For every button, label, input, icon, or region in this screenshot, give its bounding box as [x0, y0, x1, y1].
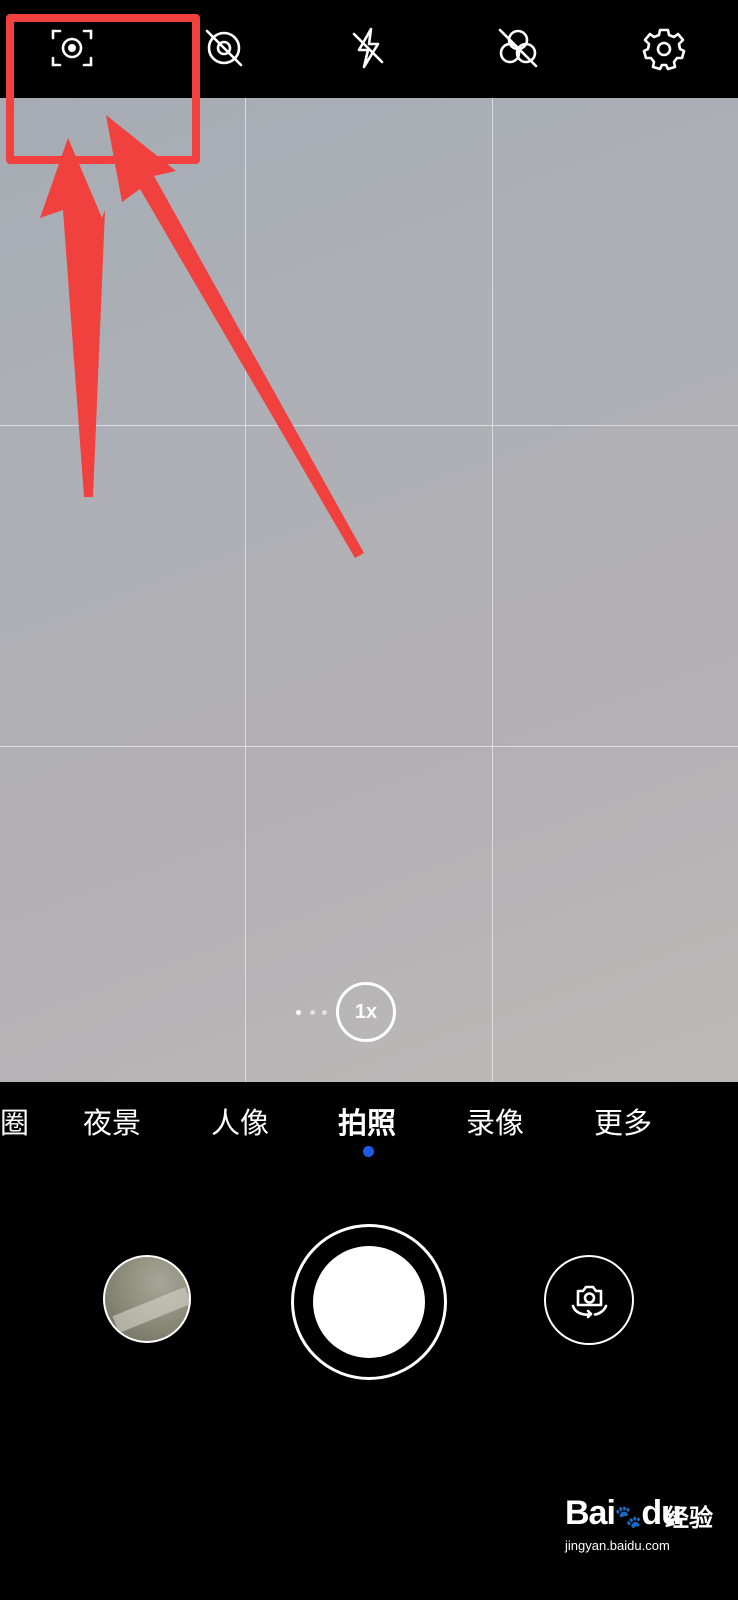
zoom-button[interactable]: 1x: [336, 982, 396, 1042]
mode-portrait[interactable]: 人像: [211, 1100, 269, 1142]
shutter-button[interactable]: [291, 1224, 447, 1380]
shutter-core: [313, 1246, 425, 1358]
mode-more[interactable]: 更多: [594, 1100, 652, 1142]
grid-line-vertical: [245, 98, 246, 1082]
watermark-jingyan: 经验: [665, 1504, 713, 1532]
mode-night[interactable]: 夜景: [83, 1100, 141, 1142]
grid-line-horizontal: [0, 746, 738, 747]
settings-icon[interactable]: [638, 22, 690, 74]
flash-off-icon[interactable]: [342, 22, 394, 74]
watermark-logo: Bai🐾du 经验 jingyan.baidu.com: [565, 1494, 713, 1553]
mode-aperture[interactable]: 圈: [0, 1100, 29, 1142]
camera-viewfinder[interactable]: 1x: [0, 98, 738, 1082]
gallery-thumbnail[interactable]: [103, 1255, 191, 1343]
camera-flip-icon: [571, 1285, 608, 1319]
grid-line-vertical: [492, 98, 493, 1082]
mode-video[interactable]: 录像: [466, 1100, 524, 1142]
switch-camera-button[interactable]: [544, 1255, 634, 1345]
motion-photo-off-icon[interactable]: [198, 22, 250, 74]
mode-photo[interactable]: 拍照: [338, 1100, 396, 1142]
filter-off-icon[interactable]: [492, 22, 544, 74]
annotation-highlight-box: [6, 14, 200, 164]
grid-line-horizontal: [0, 425, 738, 426]
active-mode-indicator: [363, 1146, 374, 1157]
watermark-url: jingyan.baidu.com: [565, 1538, 670, 1553]
